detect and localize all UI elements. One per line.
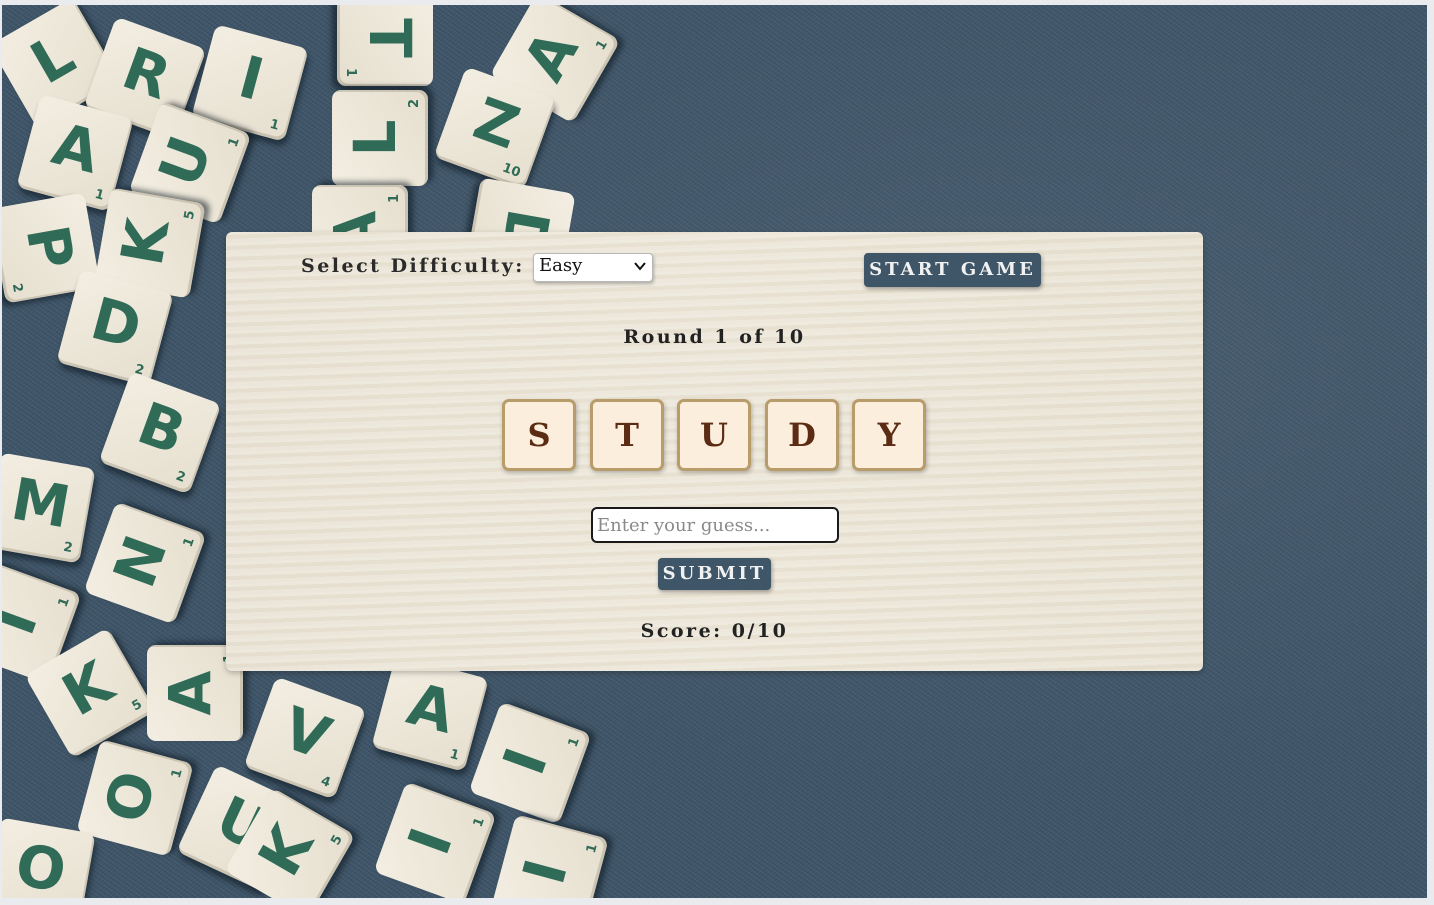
scrambled-letters: S T U D Y (502, 399, 932, 475)
round-indicator: Round 1 of 10 (623, 326, 806, 348)
game-panel: Select Difficulty: Easy START GAME Round… (226, 232, 1203, 671)
background-tile: M2 (2, 452, 96, 564)
background-tile: T1 (337, 5, 433, 86)
letter-tile: D (765, 399, 839, 471)
scrabble-background: L2 R1 I1 T1 A1 Z10 A1 U1 L2 P2 K5 A1 D2 … (2, 5, 1427, 898)
background-tile: V4 (243, 676, 367, 800)
letter-tile: U (677, 399, 751, 471)
letter-tile: T (590, 399, 664, 471)
score-display: Score: 0/10 (640, 620, 789, 642)
background-tile: I1 (491, 814, 609, 898)
background-tile: I1 (373, 781, 497, 898)
difficulty-selected-value: Easy (539, 255, 583, 276)
background-tile: A1 (371, 654, 489, 772)
submit-button[interactable]: SUBMIT (658, 558, 771, 590)
start-game-button[interactable]: START GAME (864, 253, 1041, 287)
guess-input[interactable] (591, 507, 839, 543)
letter-tile: S (502, 399, 576, 471)
background-tile: B2 (98, 371, 222, 495)
background-tile: L2 (332, 90, 428, 186)
difficulty-select[interactable]: Easy (533, 253, 653, 282)
background-tile: N1 (83, 501, 207, 625)
chevron-down-icon (634, 262, 646, 271)
letter-tile: Y (852, 399, 926, 471)
difficulty-label: Select Difficulty: (301, 255, 525, 277)
background-tile: I1 (468, 701, 592, 825)
